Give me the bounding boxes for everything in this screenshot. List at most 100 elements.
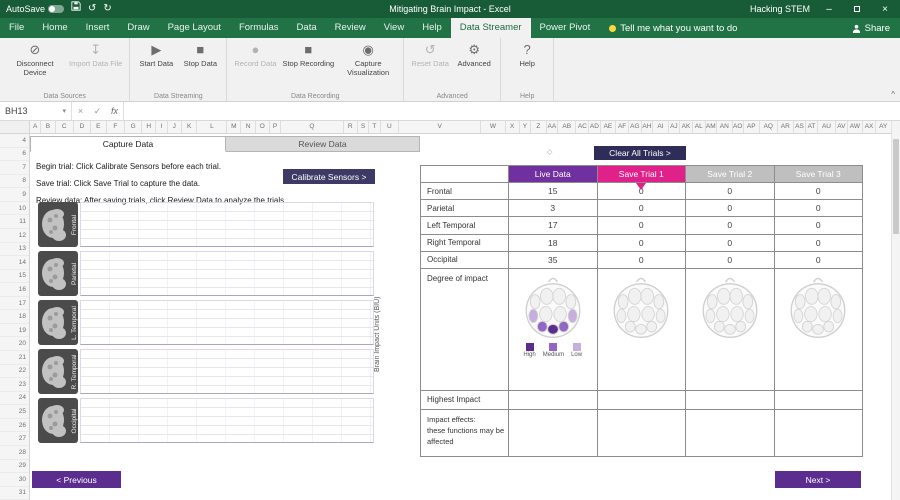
- next-button[interactable]: Next >: [775, 471, 861, 488]
- column-header-ag[interactable]: AG: [629, 121, 642, 133]
- column-header-n[interactable]: N: [241, 121, 256, 133]
- data-cell[interactable]: 0: [686, 200, 775, 218]
- data-cell[interactable]: 0: [597, 217, 686, 235]
- row-header-29[interactable]: 29: [0, 460, 29, 474]
- formula-input[interactable]: [124, 102, 900, 120]
- impact-effects-cell[interactable]: [774, 409, 863, 457]
- import-data-file-button[interactable]: ↧ Import Data File: [66, 41, 125, 78]
- row-header-30[interactable]: 30: [0, 473, 29, 487]
- row-header-22[interactable]: 22: [0, 365, 29, 379]
- data-cell[interactable]: 0: [686, 183, 775, 201]
- row-header-19[interactable]: 19: [0, 324, 29, 338]
- data-cell[interactable]: 0: [597, 200, 686, 218]
- tab-page-layout[interactable]: Page Layout: [159, 18, 230, 38]
- column-header-al[interactable]: AL: [693, 121, 706, 133]
- collapse-ribbon-icon[interactable]: ^: [891, 90, 895, 99]
- tab-review-data[interactable]: Review Data: [226, 136, 420, 152]
- tab-review[interactable]: Review: [326, 18, 375, 38]
- tab-file[interactable]: File: [0, 18, 33, 38]
- column-header-av[interactable]: AV: [836, 121, 848, 133]
- column-header-m[interactable]: M: [227, 121, 242, 133]
- column-header-am[interactable]: AM: [706, 121, 717, 133]
- tab-draw[interactable]: Draw: [118, 18, 158, 38]
- help-button[interactable]: ? Help: [505, 41, 549, 70]
- column-header-as[interactable]: AS: [794, 121, 807, 133]
- row-header-20[interactable]: 20: [0, 337, 29, 351]
- data-cell[interactable]: 0: [774, 234, 863, 252]
- column-header-ap[interactable]: AP: [744, 121, 760, 133]
- impact-effects-cell[interactable]: [597, 409, 686, 457]
- restore-button[interactable]: [848, 4, 866, 15]
- highest-impact-cell[interactable]: [774, 390, 863, 410]
- column-header-an[interactable]: AN: [717, 121, 733, 133]
- row-header-21[interactable]: 21: [0, 351, 29, 365]
- highest-impact-cell[interactable]: [509, 390, 598, 410]
- clear-all-trials-button[interactable]: Clear All Trials >: [594, 146, 686, 160]
- data-cell[interactable]: 0: [774, 200, 863, 218]
- column-header-aw[interactable]: AW: [848, 121, 864, 133]
- column-header-at[interactable]: AT: [806, 121, 818, 133]
- column-header-save-trial-2[interactable]: Save Trial 2: [686, 166, 775, 183]
- redo-icon[interactable]: ↻: [103, 0, 111, 18]
- row-header-31[interactable]: 31: [0, 487, 29, 500]
- row-header-25[interactable]: 25: [0, 405, 29, 419]
- data-cell[interactable]: 18: [509, 234, 598, 252]
- row-header-6[interactable]: 6: [0, 148, 29, 162]
- tab-formulas[interactable]: Formulas: [230, 18, 288, 38]
- row-header-4[interactable]: 4: [0, 134, 29, 148]
- column-header-live-data[interactable]: Live Data: [509, 166, 598, 183]
- column-header-f[interactable]: F: [107, 121, 126, 133]
- column-header-d[interactable]: D: [74, 121, 92, 133]
- column-header-af[interactable]: AF: [616, 121, 629, 133]
- reset-data-button[interactable]: ↺ Reset Data: [408, 41, 452, 70]
- stop-data-button[interactable]: ■ Stop Data: [178, 41, 222, 70]
- column-header-h[interactable]: H: [142, 121, 157, 133]
- row-header-12[interactable]: 12: [0, 229, 29, 243]
- column-header-save-trial-3[interactable]: Save Trial 3: [774, 166, 863, 183]
- column-header-g[interactable]: G: [125, 121, 143, 133]
- column-header-t[interactable]: T: [369, 121, 381, 133]
- tab-data-streamer[interactable]: Data Streamer: [450, 18, 531, 38]
- tab-insert[interactable]: Insert: [77, 18, 119, 38]
- column-header-x[interactable]: X: [506, 121, 520, 133]
- tell-me-box[interactable]: Tell me what you want to do: [599, 18, 747, 38]
- data-cell[interactable]: 0: [774, 251, 863, 269]
- save-icon[interactable]: [71, 0, 81, 18]
- name-box[interactable]: BH13 ▾: [0, 102, 72, 120]
- column-header-r[interactable]: R: [344, 121, 358, 133]
- column-header-ax[interactable]: AX: [863, 121, 876, 133]
- select-all-corner[interactable]: [0, 121, 30, 133]
- column-header-ad[interactable]: AD: [589, 121, 601, 133]
- advanced-button[interactable]: ⚙ Advanced: [452, 41, 496, 70]
- column-header-c[interactable]: C: [56, 121, 74, 133]
- data-cell[interactable]: 15: [509, 183, 598, 201]
- column-header-ao[interactable]: AO: [733, 121, 744, 133]
- column-header-i[interactable]: I: [156, 121, 168, 133]
- tab-capture-data[interactable]: Capture Data: [30, 136, 226, 152]
- column-header-p[interactable]: P: [270, 121, 282, 133]
- column-header-v[interactable]: V: [399, 121, 482, 133]
- data-cell[interactable]: 17: [509, 217, 598, 235]
- impact-effects-cell[interactable]: [509, 409, 598, 457]
- row-header-24[interactable]: 24: [0, 392, 29, 406]
- row-header-17[interactable]: 17: [0, 297, 29, 311]
- column-header-o[interactable]: O: [256, 121, 270, 133]
- column-header-aa[interactable]: AA: [547, 121, 559, 133]
- column-header-w[interactable]: W: [481, 121, 506, 133]
- row-header-28[interactable]: 28: [0, 446, 29, 460]
- minimize-button[interactable]: –: [820, 4, 838, 15]
- row-header-27[interactable]: 27: [0, 432, 29, 446]
- data-cell[interactable]: 0: [774, 183, 863, 201]
- column-header-s[interactable]: S: [358, 121, 370, 133]
- data-cell[interactable]: 0: [686, 251, 775, 269]
- column-header-ae[interactable]: AE: [601, 121, 617, 133]
- stop-recording-button[interactable]: ■ Stop Recording: [279, 41, 337, 78]
- column-header-l[interactable]: L: [197, 121, 228, 133]
- column-header-q[interactable]: Q: [281, 121, 344, 133]
- row-header-16[interactable]: 16: [0, 283, 29, 297]
- record-data-button[interactable]: ● Record Data: [231, 41, 279, 78]
- autosave-toggle[interactable]: AutoSave: [6, 4, 65, 14]
- cancel-icon[interactable]: ×: [72, 106, 89, 116]
- column-header-a[interactable]: A: [30, 121, 42, 133]
- column-header-aq[interactable]: AQ: [760, 121, 778, 133]
